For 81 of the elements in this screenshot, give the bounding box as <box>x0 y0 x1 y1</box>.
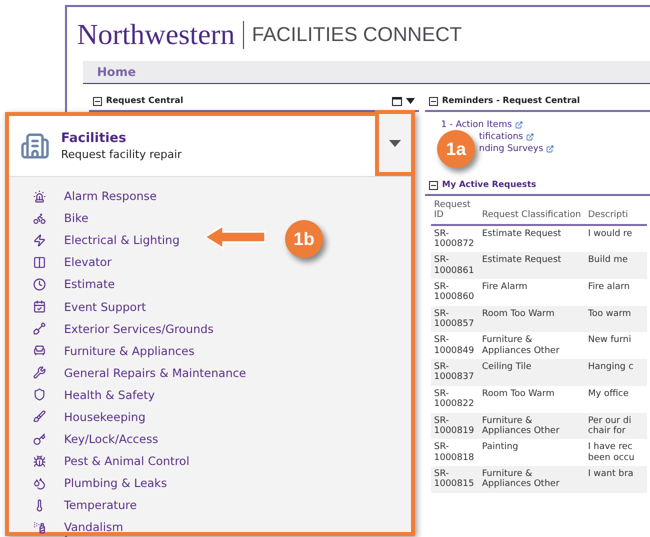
external-link-icon[interactable] <box>546 145 554 153</box>
bug-icon <box>33 454 46 468</box>
category-item[interactable]: Health & Safety <box>64 388 155 402</box>
window-icon[interactable] <box>392 96 402 106</box>
panel-title: Reminders - Request Central <box>442 96 581 106</box>
table-cell: Furniture & Appliances Other <box>479 332 585 360</box>
wrench-icon <box>33 366 46 380</box>
collapse-icon[interactable] <box>429 180 438 190</box>
bike-icon <box>33 212 46 225</box>
external-link-icon[interactable] <box>526 133 534 141</box>
reminder-link[interactable]: 1 - Action Items <box>441 120 512 130</box>
key-icon <box>33 432 46 446</box>
category-item[interactable]: Elevator <box>64 255 112 270</box>
category-item[interactable]: Key/Lock/Access <box>64 432 158 446</box>
category-item[interactable]: Vandalism <box>64 520 124 534</box>
table-cell: SR-1000837 <box>431 359 479 386</box>
table-cell: Estimate Request <box>479 252 585 280</box>
nav-tab[interactable]: Home <box>97 65 136 79</box>
table-cell: New furni <box>585 332 647 360</box>
logo: Northwestern <box>77 18 235 52</box>
table-cell: Ceiling Tile <box>479 359 585 386</box>
category-item[interactable]: Alarm Response <box>64 189 157 204</box>
collapse-icon[interactable] <box>93 96 102 106</box>
table-cell: I want bra <box>585 466 647 493</box>
table-cell: SR-1000815 <box>431 466 479 493</box>
clock-icon <box>33 278 46 291</box>
table-cell: SR-1000818 <box>431 439 479 466</box>
table-cell: I have rec been occu <box>585 439 647 466</box>
table-cell: Too warm <box>585 306 647 332</box>
table-cell: Room Too Warm <box>479 306 585 332</box>
brush-icon <box>33 410 46 424</box>
siren-icon <box>33 190 46 203</box>
product-name: FACILITIES CONNECT <box>252 24 462 46</box>
category-item[interactable]: Estimate <box>64 277 115 292</box>
table-cell: SR-1000861 <box>431 252 479 280</box>
category-item[interactable]: General Repairs & Maintenance <box>64 366 246 380</box>
table-cell: Fire Alarm <box>479 279 585 306</box>
table-cell: SR-1000819 <box>431 412 479 440</box>
table-cell: Per our di chair for <box>585 412 647 440</box>
table-cell: Furniture & Appliances Other <box>479 466 585 493</box>
category-item[interactable]: Bike <box>64 211 88 226</box>
caret-icon[interactable] <box>406 98 415 104</box>
table-cell: Furniture & Appliances Other <box>479 412 585 440</box>
category-item[interactable]: Plumbing & Leaks <box>64 476 167 490</box>
table-cell: Estimate Request <box>479 224 585 252</box>
table-cell: Build me <box>585 252 647 280</box>
step-badge: 1a <box>437 130 475 168</box>
table-cell: SR-1000872 <box>431 224 479 252</box>
category-item[interactable]: Temperature <box>64 498 137 512</box>
shield-icon <box>33 388 46 402</box>
table-cell: Fire alarn <box>585 279 647 306</box>
shovel-icon <box>33 322 46 336</box>
category-item[interactable]: Housekeeping <box>64 410 146 424</box>
table-cell: SR-1000849 <box>431 332 479 360</box>
reminder-link[interactable]: nding Surveys <box>479 144 544 154</box>
table-cell: Painting <box>479 439 585 466</box>
building-icon <box>20 131 50 161</box>
table-cell: I would re <box>585 224 647 252</box>
category-item[interactable]: Electrical & Lighting <box>64 233 180 248</box>
calendar-icon <box>33 300 46 314</box>
columns-icon <box>33 256 46 269</box>
arrow <box>203 224 267 250</box>
external-link-icon[interactable] <box>514 121 523 129</box>
table-cell: SR-1000860 <box>431 279 479 306</box>
table-cell: SR-1000857 <box>431 306 479 332</box>
panel-title: My Active Requests <box>442 180 538 190</box>
armchair-icon <box>33 344 46 358</box>
category-title: Facilities <box>61 131 128 146</box>
category-item[interactable]: Furniture & Appliances <box>64 344 194 358</box>
category-item[interactable]: Exterior Services/Grounds <box>64 322 214 336</box>
caret-icon <box>389 140 401 146</box>
panel-title: Request Central <box>106 96 184 106</box>
spray-can-icon <box>33 520 46 534</box>
table-cell: Hanging c <box>585 359 647 386</box>
category-item[interactable]: Pest & Animal Control <box>64 454 190 468</box>
reminder-link[interactable]: tifications <box>479 132 524 142</box>
collapse-icon[interactable] <box>429 96 438 106</box>
category-subtitle: Request facility repair <box>61 148 183 161</box>
droplets-icon <box>33 476 46 490</box>
category-item[interactable]: Event Support <box>64 300 146 314</box>
lightning-icon <box>33 234 46 247</box>
